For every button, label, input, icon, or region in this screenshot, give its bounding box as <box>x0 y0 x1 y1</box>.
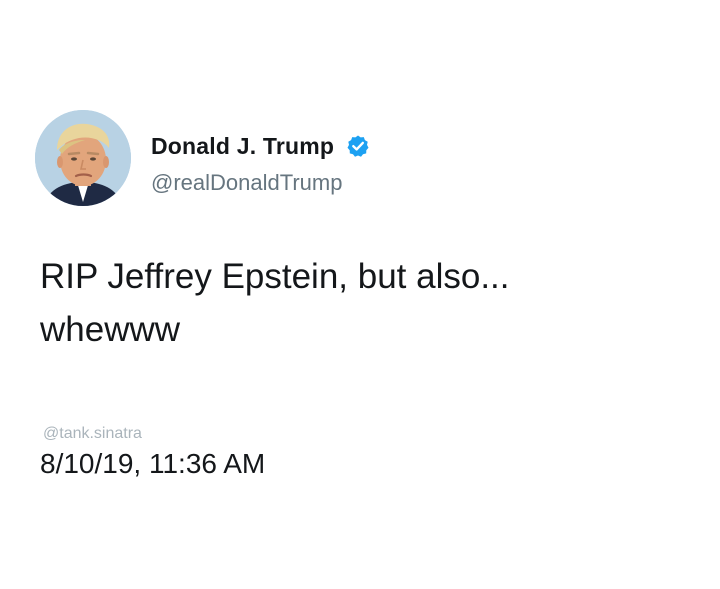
author-name-row: Donald J. Trump <box>151 131 370 161</box>
avatar-portrait-icon <box>35 110 131 206</box>
timestamp[interactable]: 8/10/19, 11:36 AM <box>40 448 265 480</box>
avatar[interactable] <box>35 110 131 206</box>
author-handle[interactable]: @realDonaldTrump <box>151 170 342 196</box>
tweet-text: RIP Jeffrey Epstein, but also... whewww <box>40 250 680 356</box>
author-name[interactable]: Donald J. Trump <box>151 133 334 160</box>
tweet-text-line: RIP Jeffrey Epstein, but also... <box>40 257 510 296</box>
verified-badge-icon <box>346 134 370 158</box>
tweet-text-line: whewww <box>40 310 181 349</box>
watermark: @tank.sinatra <box>43 425 142 442</box>
tweet-card: Donald J. Trump @realDonaldTrump RIP Jef… <box>0 0 720 589</box>
